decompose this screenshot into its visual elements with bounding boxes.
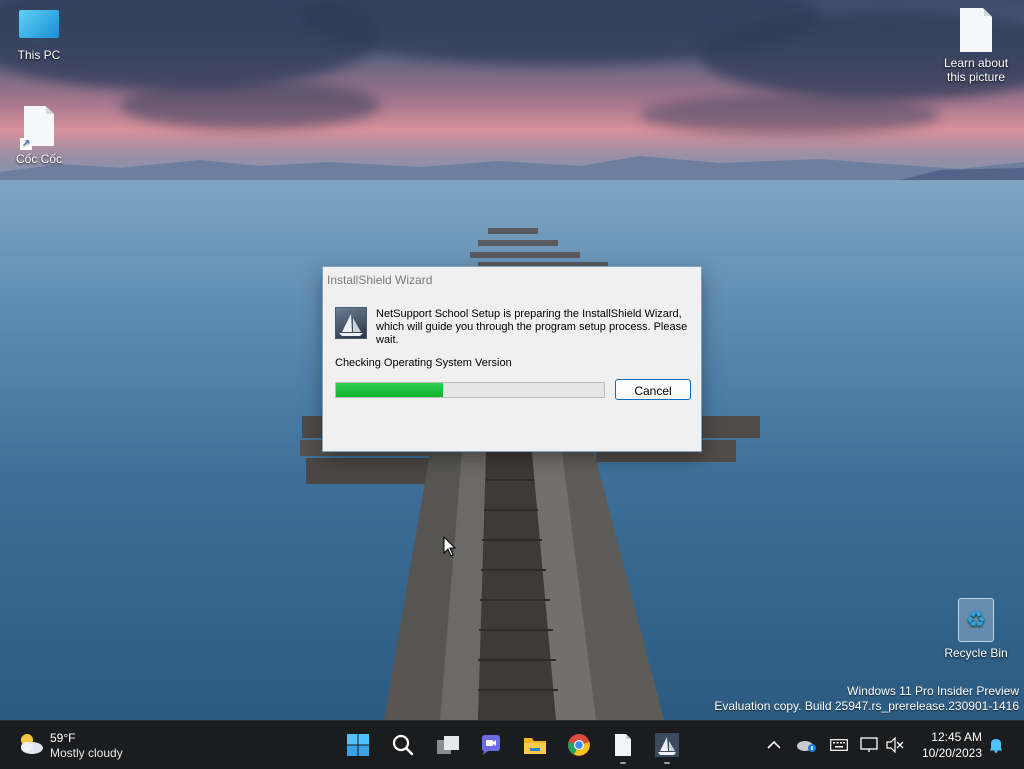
taskbar-clock[interactable]: 12:45 AM 10/20/2023 — [922, 729, 982, 761]
keyboard-icon — [830, 739, 848, 751]
progress-fill — [336, 383, 444, 397]
start-button[interactable] — [342, 729, 374, 761]
desktop-icon-label: Learn about this picture — [943, 56, 1009, 84]
dialog-body: NetSupport School Setup is preparing the… — [323, 294, 701, 450]
weather-temp: 59°F — [50, 731, 76, 745]
desktop-icon-label: Recycle Bin — [944, 646, 1008, 660]
taskbar: 59°F Mostly cloudy 12:45 AM 10/20/2023 — [0, 720, 1024, 769]
desktop-icon-this-pc[interactable]: This PC — [3, 10, 75, 62]
onedrive-icon — [797, 741, 816, 752]
dialog-status-text: Checking Operating System Version — [335, 357, 512, 369]
volume-tray-button[interactable] — [884, 733, 906, 757]
chrome-icon — [568, 734, 590, 756]
document-icon — [615, 734, 631, 756]
installshield-logo-icon — [335, 307, 367, 339]
bell-icon — [990, 739, 1002, 753]
show-hidden-icons-button[interactable] — [764, 733, 784, 757]
clock-date: 10/20/2023 — [921, 746, 982, 760]
weather-condition: Mostly cloudy — [50, 746, 123, 760]
search-button[interactable] — [387, 729, 419, 761]
search-icon — [392, 734, 414, 756]
desktop-icon-coc-coc[interactable]: ↗ Cốc Cốc — [3, 106, 75, 166]
install-progress-bar — [335, 382, 605, 398]
display-tray-button[interactable] — [858, 733, 880, 757]
chat-button[interactable] — [475, 729, 507, 761]
document-icon — [960, 8, 992, 52]
volume-muted-icon — [886, 737, 904, 753]
installer-icon — [655, 733, 679, 757]
watermark-line1: Windows 11 Pro Insider Preview — [847, 684, 1019, 698]
chrome-button[interactable] — [563, 729, 595, 761]
windows-watermark: Windows 11 Pro Insider Preview Evaluatio… — [714, 684, 1019, 714]
document-button[interactable] — [607, 729, 639, 764]
dialog-message: NetSupport School Setup is preparing the… — [376, 308, 688, 346]
mouse-pointer-icon — [443, 536, 457, 557]
folder-icon — [524, 738, 546, 754]
cancel-button[interactable]: Cancel — [615, 379, 691, 400]
desktop-icon-label: Cốc Cốc — [15, 152, 62, 166]
weather-widget[interactable]: 59°F Mostly cloudy — [14, 729, 144, 761]
desktop-icon-learn-about-picture[interactable]: Learn about this picture — [938, 8, 1014, 84]
watermark-line2: Evaluation copy. Build 25947.rs_prerelea… — [714, 699, 1019, 713]
task-view-icon — [437, 736, 459, 754]
dialog-title[interactable]: InstallShield Wizard — [323, 267, 701, 293]
recycle-bin-icon: ♻ — [958, 598, 994, 642]
desktop-icon-recycle-bin[interactable]: ♻ Recycle Bin — [938, 598, 1014, 660]
partly-cloudy-icon — [21, 734, 43, 754]
chevron-up-icon — [767, 740, 781, 749]
installshield-dialog: InstallShield Wizard NetSupport School S… — [322, 266, 702, 452]
task-view-button[interactable] — [432, 729, 464, 761]
document-shortcut-icon: ↗ — [20, 106, 56, 150]
chat-icon — [482, 735, 500, 755]
installshield-button[interactable] — [651, 729, 683, 764]
clock-time: 12:45 AM — [931, 730, 982, 744]
monitor-icon — [19, 10, 59, 44]
display-icon — [860, 737, 878, 752]
notifications-button[interactable] — [986, 733, 1006, 757]
windows-start-icon — [347, 734, 369, 756]
keyboard-tray-button[interactable] — [828, 733, 850, 757]
desktop-icon-label: This PC — [17, 48, 61, 62]
file-explorer-button[interactable] — [519, 729, 551, 761]
onedrive-tray-button[interactable] — [794, 733, 818, 757]
